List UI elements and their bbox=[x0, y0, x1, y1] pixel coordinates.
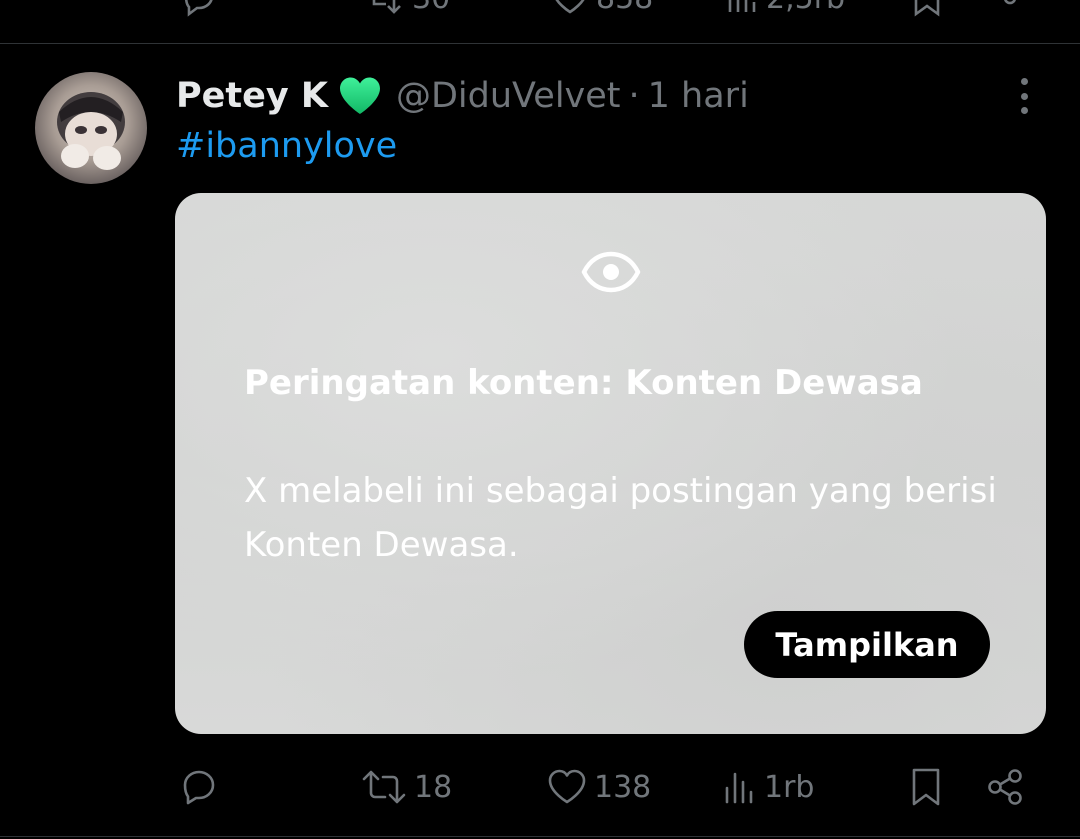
bookmark-icon bbox=[912, 768, 940, 806]
prev-retweet-count: 30 bbox=[412, 0, 450, 16]
prev-share-button[interactable] bbox=[1000, 0, 1040, 18]
like-count: 138 bbox=[594, 769, 652, 805]
avatar-image bbox=[57, 92, 125, 170]
views-button[interactable]: 1rb bbox=[722, 762, 814, 812]
views-count: 1rb bbox=[764, 769, 815, 805]
retweet-count: 18 bbox=[414, 769, 453, 805]
prev-like-button[interactable]: 858 bbox=[550, 0, 653, 18]
content-warning-body: X melabeli ini sebagai postingan yang be… bbox=[244, 471, 997, 565]
more-dot-icon bbox=[1020, 92, 1028, 100]
bookmark-icon bbox=[914, 0, 940, 17]
share-icon bbox=[988, 769, 1022, 805]
more-options-button[interactable] bbox=[1012, 78, 1036, 114]
retweet-icon bbox=[362, 770, 406, 804]
user-handle[interactable]: @DiduVelvet bbox=[396, 76, 621, 116]
retweet-icon bbox=[372, 0, 401, 14]
heart-icon bbox=[548, 769, 586, 804]
reply-icon bbox=[184, 0, 213, 17]
heart-icon bbox=[555, 0, 585, 14]
prev-views-button[interactable]: 2,5rb bbox=[724, 0, 845, 18]
share-button[interactable] bbox=[984, 762, 1026, 812]
share-icon bbox=[1004, 0, 1016, 5]
bottom-divider bbox=[0, 836, 1080, 837]
retweet-button[interactable]: 18 bbox=[360, 762, 452, 812]
prev-views-count: 2,5rb bbox=[766, 0, 845, 16]
reply-button[interactable] bbox=[178, 762, 226, 812]
more-dot-icon bbox=[1020, 107, 1028, 114]
more-dot-icon bbox=[1020, 78, 1028, 85]
post-time[interactable]: 1 hari bbox=[648, 76, 749, 116]
views-icon bbox=[728, 0, 756, 12]
sensitive-media-card: Peringatan konten: Konten Dewasa X melab… bbox=[175, 193, 1046, 734]
like-button[interactable]: 138 bbox=[546, 762, 651, 812]
display-name[interactable]: Petey K bbox=[176, 76, 328, 116]
meta-separator: · bbox=[628, 76, 640, 116]
post-actions: 18 138 1rb bbox=[0, 762, 1080, 812]
post-header: Petey K @DiduVelvet · 1 hari bbox=[176, 72, 749, 120]
views-icon bbox=[725, 772, 753, 804]
post-divider bbox=[0, 43, 1080, 44]
hashtag-link[interactable]: #ibannylove bbox=[176, 126, 397, 166]
reply-icon bbox=[183, 770, 215, 805]
prev-like-count: 858 bbox=[596, 0, 653, 16]
prev-reply-button[interactable] bbox=[178, 0, 218, 18]
green-heart-icon bbox=[338, 76, 382, 116]
previous-post-actions: 30 858 2,5rb bbox=[0, 0, 1080, 18]
show-content-button[interactable]: Tampilkan bbox=[744, 611, 990, 678]
content-warning-title: Peringatan konten: Konten Dewasa bbox=[244, 363, 923, 403]
avatar[interactable] bbox=[35, 72, 147, 184]
prev-retweet-button[interactable]: 30 bbox=[362, 0, 450, 18]
timeline: 30 858 2,5rb Petey K bbox=[0, 0, 1080, 839]
bookmark-button[interactable] bbox=[908, 762, 944, 812]
prev-bookmark-button[interactable] bbox=[910, 0, 944, 18]
eye-icon bbox=[581, 251, 641, 293]
